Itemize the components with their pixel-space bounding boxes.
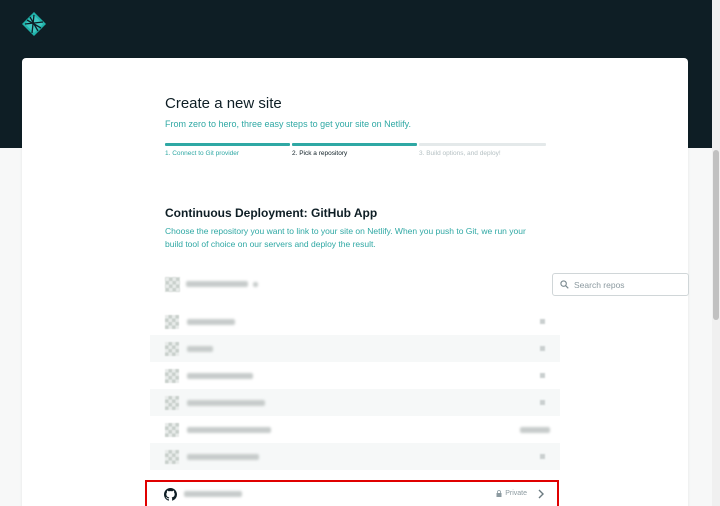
step-label: 1. Connect to Git provider	[165, 150, 240, 157]
repo-icon	[165, 314, 179, 329]
list-item[interactable]	[150, 443, 560, 470]
repo-name-redacted	[187, 372, 253, 379]
chevron-right-icon	[540, 346, 545, 351]
account-name-redacted	[186, 281, 248, 287]
section-description: Choose the repository you want to link t…	[165, 226, 526, 249]
list-item[interactable]	[150, 308, 560, 335]
account-avatar	[165, 276, 180, 292]
step-label: 2. Pick a repository	[292, 150, 348, 157]
repo-icon	[165, 341, 179, 356]
create-site-card: Create a new site From zero to hero, thr…	[22, 58, 689, 506]
step-label: 3. Build options, and deploy!	[419, 150, 501, 157]
list-item[interactable]	[150, 389, 560, 416]
private-badge: Private	[496, 490, 527, 497]
chevron-right-icon	[540, 454, 545, 459]
repo-name-redacted	[184, 491, 242, 497]
repo-name-redacted	[187, 345, 213, 352]
repo-name-redacted	[187, 399, 265, 406]
scrollbar-track[interactable]	[712, 0, 720, 506]
scrollbar-thumb[interactable]	[713, 150, 719, 320]
page-title: Create a new site	[165, 95, 282, 112]
visibility-label: Private	[505, 490, 527, 497]
chevron-down-icon[interactable]	[253, 281, 258, 287]
step-bar	[419, 143, 546, 146]
repo-icon	[165, 368, 179, 383]
repo-meta-redacted	[520, 427, 550, 433]
repo-name-redacted	[187, 318, 235, 325]
list-item[interactable]	[150, 362, 560, 389]
step-build-deploy: 3. Build options, and deploy!	[419, 143, 546, 163]
search-input[interactable]	[574, 279, 674, 290]
chevron-right-icon	[540, 400, 545, 405]
step-bar	[292, 143, 417, 146]
list-item[interactable]	[150, 416, 560, 443]
repo-list	[150, 308, 560, 470]
progress-steps: 1. Connect to Git provider 2. Pick a rep…	[165, 143, 546, 163]
step-pick-repo[interactable]: 2. Pick a repository	[292, 143, 417, 163]
repo-name-redacted	[187, 453, 259, 460]
repo-icon	[165, 422, 179, 437]
search-icon	[560, 280, 569, 289]
github-icon	[164, 487, 177, 501]
step-connect[interactable]: 1. Connect to Git provider	[165, 143, 290, 163]
chevron-right-icon	[540, 373, 545, 378]
lock-icon	[496, 490, 502, 497]
step-bar	[165, 143, 290, 146]
account-selector[interactable]	[165, 274, 258, 294]
page-subtitle: From zero to hero, three easy steps to g…	[165, 119, 411, 129]
selected-repo-row[interactable]: Private	[145, 480, 559, 506]
chevron-right-icon	[538, 489, 544, 499]
search-repos-field[interactable]	[552, 273, 689, 296]
repo-icon	[165, 395, 179, 410]
repo-icon	[165, 449, 179, 464]
list-item[interactable]	[150, 335, 560, 362]
chevron-right-icon	[540, 319, 545, 324]
section-title: Continuous Deployment: GitHub App	[165, 206, 378, 220]
repo-name-redacted	[187, 426, 271, 433]
netlify-logo-icon[interactable]	[21, 11, 47, 37]
